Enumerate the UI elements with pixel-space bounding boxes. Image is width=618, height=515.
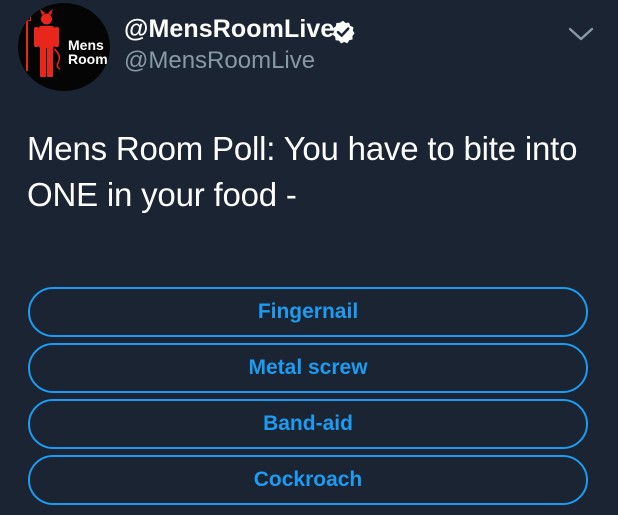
avatar[interactable]: Mens Room bbox=[18, 3, 110, 91]
display-name[interactable]: @MensRoomLive bbox=[124, 15, 334, 44]
user-handle[interactable]: @MensRoomLive bbox=[124, 47, 315, 75]
tweet-card: Mens Room @MensRoomLive @MensRoomLive Me… bbox=[0, 0, 618, 515]
poll-option-metal-screw[interactable]: Metal screw bbox=[28, 343, 588, 393]
tweet-text: Mens Room Poll: You have to bite into ON… bbox=[27, 130, 578, 213]
mens-room-logo: Mens Room bbox=[23, 9, 108, 77]
poll-option-cockroach[interactable]: Cockroach bbox=[28, 455, 588, 505]
poll-option-band-aid[interactable]: Band-aid bbox=[28, 399, 588, 449]
chevron-down-icon[interactable] bbox=[566, 24, 596, 44]
avatar-text-line2: Room bbox=[68, 51, 108, 67]
verified-badge-icon bbox=[332, 20, 355, 44]
poll-option-fingernail[interactable]: Fingernail bbox=[28, 287, 588, 337]
